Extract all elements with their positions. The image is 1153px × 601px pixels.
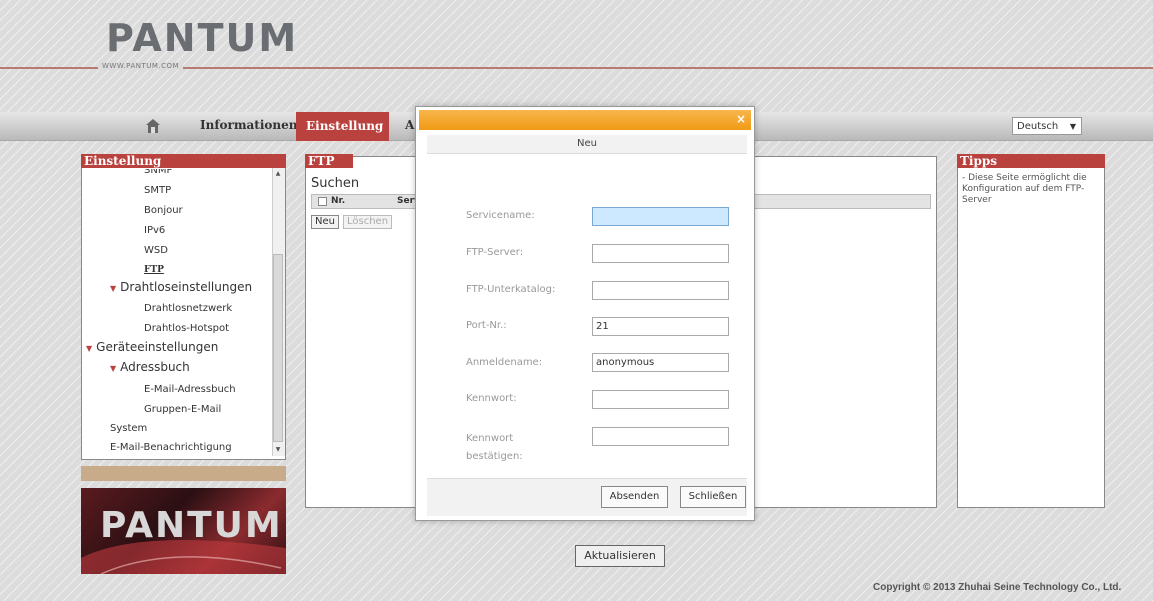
- menu-item-system[interactable]: System: [110, 423, 147, 434]
- column-nr: Nr.: [331, 196, 346, 206]
- menu-group-device[interactable]: ▼ Geräteeinstellungen: [86, 340, 218, 354]
- scroll-down-icon[interactable]: ▼: [273, 446, 283, 456]
- menu-item-wireless-network[interactable]: Drahtlosnetzwerk: [144, 303, 232, 314]
- port-label: Port-Nr.:: [466, 320, 507, 331]
- nav-informationen[interactable]: Informationen: [200, 118, 298, 132]
- menu-item-email-addressbook[interactable]: E-Mail-Adressbuch: [144, 384, 236, 395]
- nav-tab-partial[interactable]: A: [405, 118, 414, 132]
- delete-button[interactable]: Löschen: [343, 215, 393, 229]
- menu-item-group-email[interactable]: Gruppen-E-Mail: [144, 404, 221, 415]
- scroll-up-icon[interactable]: ▲: [273, 170, 283, 180]
- search-label[interactable]: Suchen: [311, 176, 359, 191]
- confirm-password-label: Kennwort bestätigen:: [466, 433, 523, 462]
- submit-button[interactable]: Absenden: [601, 486, 668, 508]
- port-input[interactable]: 21: [592, 317, 729, 336]
- menu-scroll-thumb[interactable]: [273, 254, 283, 442]
- menu-item-bonjour[interactable]: Bonjour: [144, 205, 183, 216]
- menu-item-smtp[interactable]: SMTP: [144, 185, 171, 196]
- servicename-input[interactable]: [592, 207, 729, 226]
- language-value: Deutsch: [1017, 121, 1059, 132]
- ftp-subdir-input[interactable]: [592, 281, 729, 300]
- menu-group-addressbook[interactable]: ▼ Adressbuch: [110, 360, 190, 374]
- ftp-server-label: FTP-Server:: [466, 247, 524, 258]
- close-icon[interactable]: ×: [735, 111, 747, 127]
- ftp-panel-title-text: FTP: [308, 154, 335, 168]
- select-all-checkbox[interactable]: [318, 197, 327, 206]
- refresh-button[interactable]: Aktualisieren: [575, 545, 665, 567]
- menu-group-addressbook-label: Adressbuch: [120, 360, 190, 374]
- nav-einstellung[interactable]: Einstellung: [296, 112, 389, 141]
- menu-group-wireless-label: Drahtloseinstellungen: [120, 280, 253, 294]
- tips-text: - Diese Seite ermöglicht die Konfigurati…: [962, 173, 1087, 205]
- login-name-input[interactable]: anonymous: [592, 353, 729, 372]
- chevron-down-icon: ▼: [1069, 122, 1076, 131]
- close-button[interactable]: Schließen: [680, 486, 746, 508]
- dialog-title: Neu: [427, 135, 747, 154]
- triangle-down-icon: ▼: [110, 284, 117, 293]
- tips-panel: [957, 156, 1105, 508]
- left-divider-bar: [81, 466, 286, 481]
- home-icon[interactable]: [145, 118, 161, 134]
- menu-item-ipv6[interactable]: IPv6: [144, 225, 165, 236]
- menu-group-wireless[interactable]: ▼ Drahtloseinstellungen: [110, 280, 252, 294]
- ftp-subdir-label: FTP-Unterkatalog:: [466, 284, 556, 295]
- dialog-titlebar[interactable]: [419, 110, 751, 130]
- copyright: Copyright © 2013 Zhuhai Seine Technology…: [873, 582, 1122, 593]
- header-tail: [335, 154, 353, 168]
- menu-item-ftp[interactable]: FTP: [144, 265, 164, 275]
- menu-item-email-notification[interactable]: E-Mail-Benachrichtigung: [110, 442, 232, 453]
- banner-logo: PANTUM: [100, 505, 283, 546]
- triangle-down-icon: ▼: [86, 344, 93, 353]
- menu-item-wireless-hotspot[interactable]: Drahtlos-Hotspot: [144, 323, 229, 334]
- tips-title-text: Tipps: [960, 154, 998, 168]
- settings-menu-title-text: Einstellung: [84, 154, 162, 168]
- login-name-label: Anmeldename:: [466, 357, 543, 368]
- tips-title: Tipps: [957, 154, 1105, 168]
- ftp-server-input[interactable]: [592, 244, 729, 263]
- servicename-label: Servicename:: [466, 210, 535, 221]
- header-tail: [268, 154, 286, 168]
- pantum-logo: PANTUM: [106, 16, 299, 60]
- language-select[interactable]: Deutsch ▼: [1012, 117, 1082, 135]
- password-label: Kennwort:: [466, 393, 517, 404]
- menu-group-device-label: Geräteeinstellungen: [96, 340, 219, 354]
- header-url: WWW.PANTUM.COM: [98, 62, 184, 70]
- confirm-password-input[interactable]: [592, 427, 729, 446]
- new-button[interactable]: Neu: [311, 215, 339, 229]
- triangle-down-icon: ▼: [110, 364, 117, 373]
- password-input[interactable]: [592, 390, 729, 409]
- settings-menu-title: Einstellung: [81, 154, 286, 168]
- settings-menu: SNMP SMTP Bonjour IPv6 WSD FTP ▼ Drahtlos…: [81, 155, 286, 460]
- menu-item-wsd[interactable]: WSD: [144, 245, 168, 256]
- ftp-panel-title: FTP: [305, 154, 353, 168]
